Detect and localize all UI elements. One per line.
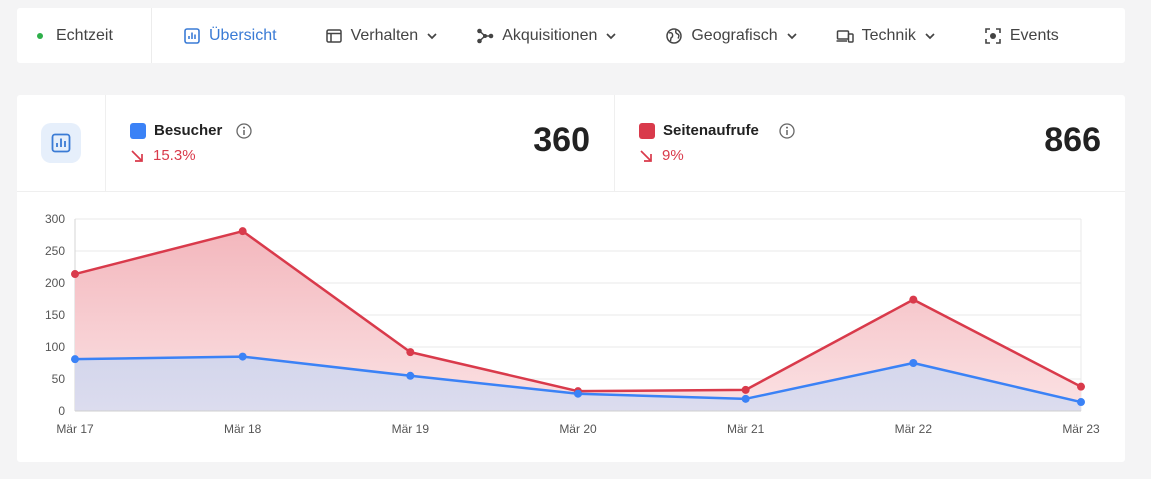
- pageviews-value: 866: [1044, 121, 1101, 159]
- visitors-point: [909, 359, 918, 367]
- visitors-point: [71, 355, 79, 364]
- visitors-point: [406, 371, 415, 380]
- nav-item-label: Technik: [861, 26, 916, 44]
- nav-item-technik[interactable]: Technik: [836, 8, 936, 63]
- visitors-label: Besucher: [154, 122, 223, 139]
- overview-card: Besucher 15.3% 360 Seitenaufrufe 9% 866 …: [17, 95, 1125, 462]
- nav-item-label: Akquisitionen: [502, 26, 598, 44]
- visitors-point: [238, 352, 247, 361]
- area-chart: 0 50 100 150 200 250 300 Mär 17 Mär 18 Mär 19 Mär …: [45, 212, 1100, 436]
- y-tick-label: 0: [58, 404, 65, 418]
- nav-item-verhalten[interactable]: Verhalten: [325, 8, 439, 63]
- visitors-point: [1077, 398, 1085, 407]
- visitors-value: 360: [533, 121, 590, 159]
- nav-item-label: Echtzeit: [56, 26, 113, 44]
- x-tick-label: Mär 22: [895, 422, 933, 436]
- bar-chart-icon: [183, 27, 201, 45]
- trend-down-icon: [640, 149, 652, 162]
- nav-item-label: Geografisch: [691, 26, 778, 44]
- nav-item-label: Übersicht: [209, 26, 277, 44]
- stats-icon-cell: [17, 95, 106, 191]
- pageviews-point: [406, 348, 415, 357]
- nav-item-geografisch[interactable]: Geografisch: [665, 8, 797, 63]
- x-tick-label: Mär 17: [56, 422, 94, 436]
- chevron-down-icon: [605, 30, 617, 42]
- devices-icon: [836, 27, 854, 45]
- share-nodes-icon: [476, 27, 494, 45]
- bar-chart-icon: [41, 123, 81, 163]
- y-tick-label: 150: [45, 308, 65, 322]
- focus-icon: [984, 27, 1002, 45]
- x-tick-label: Mär 23: [1062, 422, 1100, 436]
- metric-visitors: Besucher 15.3% 360: [106, 95, 615, 191]
- visitors-trend: 15.3%: [130, 147, 196, 164]
- trend-down-icon: [131, 149, 143, 162]
- x-tick-label: Mär 18: [224, 422, 262, 436]
- y-tick-label: 200: [45, 276, 65, 290]
- y-tick-label: 250: [45, 244, 65, 258]
- stats-row: Besucher 15.3% 360 Seitenaufrufe 9% 866: [17, 95, 1125, 192]
- x-tick-label: Mär 19: [392, 422, 430, 436]
- pageviews-point: [909, 295, 918, 304]
- pageviews-point: [1077, 382, 1085, 391]
- window-icon: [325, 27, 343, 45]
- chevron-down-icon: [924, 30, 936, 42]
- x-tick-label: Mär 21: [727, 422, 765, 436]
- nav-item-uebersicht[interactable]: Übersicht: [183, 8, 277, 63]
- info-icon[interactable]: [779, 123, 795, 139]
- nav-item-events[interactable]: Events: [984, 8, 1059, 63]
- visitors-point: [741, 394, 750, 403]
- visitors-color-swatch: [130, 123, 146, 139]
- top-navigation: Echtzeit Übersicht Verhalten Akquisition…: [17, 8, 1125, 63]
- globe-icon: [665, 27, 683, 45]
- pageviews-point: [71, 270, 79, 279]
- pageviews-point: [741, 385, 750, 394]
- pageviews-color-swatch: [639, 123, 655, 139]
- metric-pageviews: Seitenaufrufe 9% 866: [615, 95, 1125, 191]
- chevron-down-icon: [786, 30, 798, 42]
- nav-item-echtzeit[interactable]: Echtzeit: [17, 8, 152, 63]
- y-tick-label: 300: [45, 212, 65, 226]
- nav-item-label: Verhalten: [350, 26, 419, 44]
- pageviews-label: Seitenaufrufe: [663, 122, 759, 139]
- pageviews-trend-value: 9%: [662, 147, 684, 164]
- pageviews-trend: 9%: [639, 147, 684, 164]
- visitors-point: [574, 389, 582, 398]
- x-tick-label: Mär 20: [559, 422, 597, 436]
- pageviews-point: [238, 227, 247, 236]
- live-dot-icon: [37, 32, 43, 39]
- y-tick-label: 50: [52, 372, 66, 386]
- nav-item-akquisitionen[interactable]: Akquisitionen: [476, 8, 617, 63]
- info-icon[interactable]: [236, 123, 252, 139]
- nav-item-label: Events: [1009, 26, 1059, 44]
- y-tick-label: 100: [45, 340, 65, 354]
- chevron-down-icon: [426, 30, 438, 42]
- visitors-trend-value: 15.3%: [153, 147, 196, 164]
